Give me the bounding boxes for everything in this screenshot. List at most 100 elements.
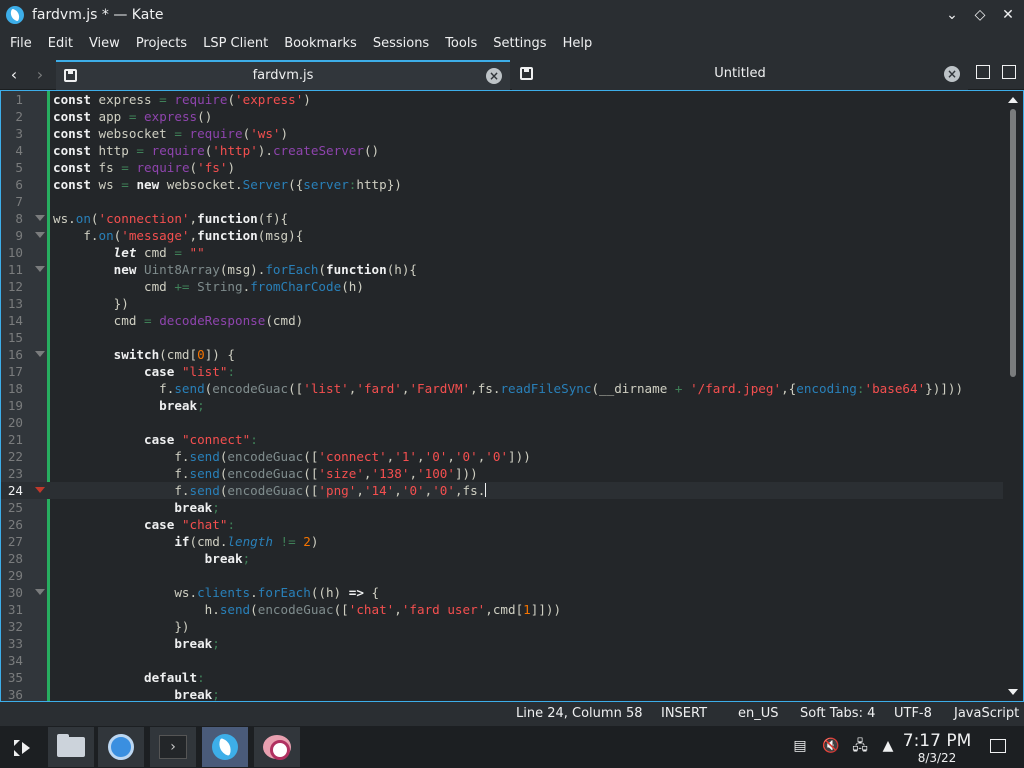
- tab-fardvm-js[interactable]: fardvm.js ×: [56, 60, 510, 90]
- code-line[interactable]: 14 cmd = decodeResponse(cmd): [1, 312, 1005, 329]
- code-line[interactable]: 18 f.send(encodeGuac(['list','fard','Far…: [1, 380, 1005, 397]
- taskbar-app[interactable]: [254, 727, 300, 767]
- code-line[interactable]: 30 ws.clients.forEach((h) => {: [1, 584, 1005, 601]
- menu-view[interactable]: View: [81, 30, 128, 58]
- code-line[interactable]: 27 if(cmd.length != 2): [1, 533, 1005, 550]
- menu-projects[interactable]: Projects: [128, 30, 195, 58]
- code-line[interactable]: 22 f.send(encodeGuac(['connect','1','0',…: [1, 448, 1005, 465]
- code-line-current[interactable]: 24 f.send(encodeGuac(['png','14','0','0'…: [1, 482, 1005, 499]
- new-document-icon[interactable]: [976, 65, 990, 79]
- fold-arrow-icon[interactable]: [35, 487, 45, 493]
- tab-close-icon[interactable]: ×: [944, 66, 960, 82]
- vertical-scrollbar[interactable]: [1003, 91, 1023, 701]
- code-line[interactable]: 10 let cmd = "": [1, 244, 1005, 261]
- code-line[interactable]: 17 case "list":: [1, 363, 1005, 380]
- encoding[interactable]: UTF-8: [894, 706, 932, 721]
- scroll-down-arrow-icon[interactable]: [1008, 689, 1018, 695]
- code-line[interactable]: 36 break;: [1, 686, 1005, 701]
- menu-bookmarks[interactable]: Bookmarks: [276, 30, 365, 58]
- forward-arrow-icon[interactable]: ›: [28, 58, 52, 90]
- back-arrow-icon[interactable]: ‹: [2, 58, 26, 90]
- line-number: 3: [15, 126, 23, 141]
- tab-untitled[interactable]: Untitled ×: [512, 60, 968, 90]
- code-line[interactable]: 32 }): [1, 618, 1005, 635]
- code-line[interactable]: 19 break;: [1, 397, 1005, 414]
- line-number: 1: [15, 92, 23, 107]
- close-button[interactable]: ✕: [996, 3, 1020, 27]
- line-number: 15: [7, 330, 23, 345]
- minimize-button[interactable]: ⌄: [940, 3, 964, 27]
- code-line[interactable]: 21 case "connect":: [1, 431, 1005, 448]
- code-line[interactable]: 15: [1, 329, 1005, 346]
- fold-arrow-icon[interactable]: [35, 215, 45, 221]
- code-line[interactable]: 28 break;: [1, 550, 1005, 567]
- network-icon[interactable]: 🖧: [852, 738, 868, 754]
- code-line[interactable]: 34: [1, 652, 1005, 669]
- dictionary[interactable]: en_US: [738, 706, 779, 721]
- menu-tools[interactable]: Tools: [437, 30, 485, 58]
- app-icon: [263, 735, 291, 760]
- line-number: 9: [15, 228, 23, 243]
- taskbar-browser[interactable]: [98, 727, 144, 767]
- cursor-position[interactable]: Line 24, Column 58: [516, 706, 643, 721]
- menu-help[interactable]: Help: [555, 30, 601, 58]
- code-line[interactable]: 31 h.send(encodeGuac(['chat','fard user'…: [1, 601, 1005, 618]
- code-line[interactable]: 7: [1, 193, 1005, 210]
- code-line[interactable]: 3 const websocket = require('ws'): [1, 125, 1005, 142]
- taskbar-kate[interactable]: [202, 727, 248, 767]
- fold-arrow-icon[interactable]: [35, 589, 45, 595]
- input-mode[interactable]: INSERT: [661, 706, 707, 721]
- menu-file[interactable]: File: [2, 30, 40, 58]
- code-line[interactable]: 20: [1, 414, 1005, 431]
- code-line[interactable]: 12 cmd += String.fromCharCode(h): [1, 278, 1005, 295]
- tab-close-icon[interactable]: ×: [486, 68, 502, 84]
- code-editor[interactable]: 1 const express = require('express') 2 con…: [0, 90, 1024, 702]
- expand-tray-icon[interactable]: ▲: [880, 738, 896, 754]
- indentation[interactable]: Soft Tabs: 4: [800, 706, 875, 721]
- scrollbar-thumb[interactable]: [1010, 109, 1016, 377]
- menu-edit[interactable]: Edit: [40, 30, 81, 58]
- clock-time[interactable]: 7:17 PM: [898, 731, 976, 751]
- code-line[interactable]: 8 ws.on('connection',function(f){: [1, 210, 1005, 227]
- kate-app-icon[interactable]: [6, 6, 24, 24]
- code-line[interactable]: 13 }): [1, 295, 1005, 312]
- code-line[interactable]: 16 switch(cmd[0]) {: [1, 346, 1005, 363]
- taskbar-file-manager[interactable]: [48, 727, 94, 767]
- code-line[interactable]: 1 const express = require('express'): [1, 91, 1005, 108]
- line-number: 16: [7, 347, 23, 362]
- clock-date[interactable]: 8/3/22: [898, 751, 976, 765]
- scroll-up-arrow-icon[interactable]: [1008, 97, 1018, 103]
- code-line[interactable]: 23 f.send(encodeGuac(['size','138','100'…: [1, 465, 1005, 482]
- line-number: 25: [7, 500, 23, 515]
- code-line[interactable]: 29: [1, 567, 1005, 584]
- syntax-mode[interactable]: JavaScript: [954, 706, 1019, 721]
- split-view-icon[interactable]: [1002, 65, 1016, 79]
- show-desktop-icon[interactable]: [990, 739, 1006, 753]
- line-number: 32: [7, 619, 23, 634]
- application-launcher-icon[interactable]: [10, 736, 34, 760]
- fold-arrow-icon[interactable]: [35, 232, 45, 238]
- code-line[interactable]: 33 break;: [1, 635, 1005, 652]
- line-number: 18: [7, 381, 23, 396]
- fold-arrow-icon[interactable]: [35, 351, 45, 357]
- menu-settings[interactable]: Settings: [485, 30, 554, 58]
- code-line[interactable]: 35 default:: [1, 669, 1005, 686]
- fold-arrow-icon[interactable]: [35, 266, 45, 272]
- taskbar-terminal[interactable]: ›: [150, 727, 196, 767]
- code-line[interactable]: 11 new Uint8Array(msg).forEach(function(…: [1, 261, 1005, 278]
- clipboard-icon[interactable]: ▤: [792, 738, 808, 754]
- code-line[interactable]: 6 const ws = new websocket.Server({server…: [1, 176, 1005, 193]
- line-number: 27: [7, 534, 23, 549]
- menu-sessions[interactable]: Sessions: [365, 30, 437, 58]
- text-cursor: [485, 483, 487, 497]
- maximize-button[interactable]: ◇: [968, 3, 992, 27]
- code-line[interactable]: 26 case "chat":: [1, 516, 1005, 533]
- code-line[interactable]: 5 const fs = require('fs'): [1, 159, 1005, 176]
- code-line[interactable]: 25 break;: [1, 499, 1005, 516]
- line-number: 12: [7, 279, 23, 294]
- code-line[interactable]: 2 const app = express(): [1, 108, 1005, 125]
- code-line[interactable]: 9 f.on('message',function(msg){: [1, 227, 1005, 244]
- code-line[interactable]: 4 const http = require('http').createServ…: [1, 142, 1005, 159]
- menu-lsp-client[interactable]: LSP Client: [195, 30, 276, 58]
- volume-muted-icon[interactable]: 🔇: [822, 738, 839, 754]
